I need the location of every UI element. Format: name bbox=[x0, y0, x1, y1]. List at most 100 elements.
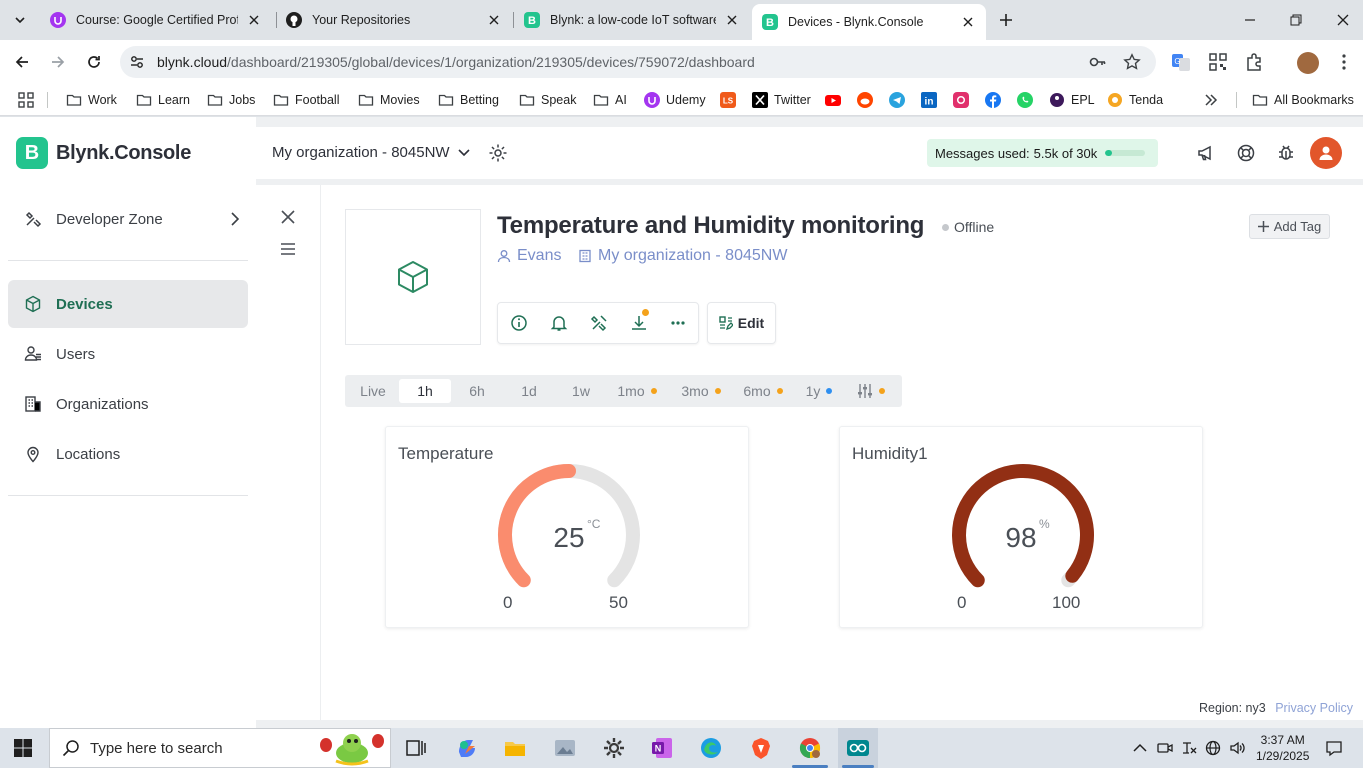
time-range-live[interactable]: Live bbox=[351, 379, 395, 403]
volume-speaker-icon[interactable] bbox=[1229, 740, 1245, 756]
bookmark-folder-jobs[interactable]: Jobs bbox=[207, 91, 255, 109]
bookmark-folder-football[interactable]: Football bbox=[273, 91, 339, 109]
bookmark-folder-work[interactable]: Work bbox=[66, 91, 117, 109]
new-tab-button[interactable] bbox=[996, 10, 1016, 30]
google-translate-icon[interactable]: G bbox=[1171, 52, 1191, 72]
add-tag-button[interactable]: Add Tag bbox=[1249, 214, 1330, 239]
tab-udemy-course[interactable]: Course: Google Certified Profes bbox=[40, 4, 272, 36]
meet-now-icon[interactable] bbox=[1157, 740, 1173, 756]
extensions-puzzle-icon[interactable] bbox=[1245, 52, 1265, 72]
taskbar-clock[interactable]: 3:37 AM 1/29/2025 bbox=[1256, 732, 1309, 764]
tab-github-repositories[interactable]: Your Repositories bbox=[276, 4, 512, 36]
bookmark-folder-speak[interactable]: Speak bbox=[519, 91, 576, 109]
bookmark-facebook[interactable] bbox=[985, 91, 1007, 109]
more-horizontal-icon[interactable] bbox=[668, 313, 688, 333]
input-method-icon[interactable] bbox=[1181, 740, 1197, 756]
bookmark-reddit[interactable] bbox=[857, 91, 879, 109]
sidebar-item-locations[interactable]: Locations bbox=[8, 430, 248, 478]
settings-gear-icon[interactable] bbox=[602, 736, 626, 760]
user-avatar[interactable] bbox=[1310, 137, 1342, 169]
time-range-custom[interactable] bbox=[853, 379, 889, 403]
bookmark-folder-ai[interactable]: AI bbox=[593, 91, 627, 109]
edge-browser-icon[interactable] bbox=[699, 736, 723, 760]
sidebar-item-devices[interactable]: Devices bbox=[8, 280, 248, 328]
bookmark-telegram[interactable] bbox=[889, 91, 911, 109]
time-range-1y[interactable]: 1y bbox=[801, 379, 837, 403]
password-key-icon[interactable] bbox=[1089, 53, 1107, 71]
time-range-1w[interactable]: 1w bbox=[559, 379, 603, 403]
sidebar-item-organizations[interactable]: Organizations bbox=[8, 380, 248, 428]
arduino-ide-icon[interactable] bbox=[846, 736, 870, 760]
task-view-icon[interactable] bbox=[404, 736, 428, 760]
bookmark-whatsapp[interactable] bbox=[1017, 91, 1039, 109]
bookmark-linkedin[interactable]: in bbox=[921, 91, 943, 109]
file-explorer-icon[interactable] bbox=[503, 736, 527, 760]
bookmark-instagram[interactable] bbox=[953, 91, 975, 109]
all-bookmarks-button[interactable]: All Bookmarks bbox=[1252, 91, 1354, 109]
sidebar-item-users[interactable]: Users bbox=[8, 330, 248, 378]
copilot-icon[interactable] bbox=[455, 736, 479, 760]
bookmark-youtube[interactable] bbox=[825, 91, 847, 109]
brave-browser-icon[interactable] bbox=[749, 736, 773, 760]
tab-close-icon[interactable] bbox=[246, 12, 262, 28]
info-icon[interactable] bbox=[509, 313, 529, 333]
qr-code-icon[interactable] bbox=[1208, 52, 1228, 72]
gear-icon[interactable] bbox=[488, 143, 508, 163]
windows-start-icon[interactable] bbox=[14, 739, 32, 757]
organization-selector[interactable]: My organization - 8045NW bbox=[272, 144, 470, 161]
menu-icon[interactable] bbox=[280, 241, 296, 257]
forward-button[interactable] bbox=[46, 50, 70, 74]
sidebar-item-developer-zone[interactable]: Developer Zone bbox=[8, 195, 248, 243]
close-icon[interactable] bbox=[280, 209, 296, 225]
taskbar-search-box[interactable]: Type here to search bbox=[49, 728, 391, 768]
bookmark-epl[interactable]: EPL bbox=[1049, 91, 1095, 109]
tools-icon[interactable] bbox=[589, 313, 609, 333]
tab-blynk-console-active[interactable]: B Devices - Blynk.Console bbox=[752, 4, 986, 40]
minimize-window-button[interactable] bbox=[1240, 10, 1260, 30]
bookmarks-overflow-button[interactable] bbox=[1204, 91, 1218, 109]
temperature-gauge-widget[interactable]: Temperature 25 °C 0 50 bbox=[385, 426, 749, 628]
address-bar[interactable]: blynk.cloud/dashboard/219305/global/devi… bbox=[120, 46, 1156, 78]
restore-window-button[interactable] bbox=[1286, 10, 1306, 30]
bookmark-twitter[interactable]: Twitter bbox=[752, 91, 811, 109]
device-image[interactable] bbox=[345, 209, 481, 345]
bookmark-folder-movies[interactable]: Movies bbox=[358, 91, 420, 109]
brand[interactable]: B Blynk.Console bbox=[16, 137, 191, 169]
time-range-1mo[interactable]: 1mo bbox=[613, 379, 661, 403]
more-vertical-icon[interactable] bbox=[1334, 52, 1354, 72]
download-icon[interactable] bbox=[629, 313, 649, 333]
photos-app-icon[interactable] bbox=[553, 736, 577, 760]
bug-icon[interactable] bbox=[1276, 143, 1296, 163]
device-organization-link[interactable]: My organization - 8045NW bbox=[578, 247, 787, 265]
notifications-icon[interactable] bbox=[1325, 739, 1343, 757]
back-button[interactable] bbox=[10, 50, 34, 74]
device-owner-link[interactable]: Evans bbox=[497, 247, 561, 265]
close-window-button[interactable] bbox=[1333, 10, 1353, 30]
bell-icon[interactable] bbox=[549, 313, 569, 333]
bookmark-star-icon[interactable] bbox=[1123, 53, 1141, 71]
profile-avatar[interactable] bbox=[1297, 52, 1319, 74]
reload-button[interactable] bbox=[82, 50, 106, 74]
tab-blynk-site[interactable]: B Blynk: a low-code IoT software p bbox=[514, 4, 750, 36]
humidity-gauge-widget[interactable]: Humidity1 98 % 0 100 bbox=[839, 426, 1203, 628]
help-lifebuoy-icon[interactable] bbox=[1236, 143, 1256, 163]
apps-grid-icon[interactable] bbox=[18, 92, 34, 108]
megaphone-icon[interactable] bbox=[1196, 143, 1216, 163]
show-hidden-icons-chevron-up-icon[interactable] bbox=[1132, 740, 1148, 756]
network-globe-icon[interactable] bbox=[1205, 740, 1221, 756]
bookmark-udemy[interactable]: Udemy bbox=[644, 91, 706, 109]
privacy-policy-link[interactable]: Privacy Policy bbox=[1275, 701, 1353, 715]
bookmark-folder-betting[interactable]: Betting bbox=[438, 91, 499, 109]
time-range-1h[interactable]: 1h bbox=[399, 379, 451, 403]
bookmark-ls[interactable]: LS bbox=[720, 91, 742, 109]
time-range-6h[interactable]: 6h bbox=[455, 379, 499, 403]
site-info-icon[interactable] bbox=[128, 53, 146, 71]
edit-dashboard-button[interactable]: Edit bbox=[707, 302, 776, 344]
bookmark-tenda[interactable]: Tenda bbox=[1107, 91, 1163, 109]
bookmark-folder-learn[interactable]: Learn bbox=[136, 91, 190, 109]
tab-close-icon[interactable] bbox=[724, 12, 740, 28]
tab-close-icon[interactable] bbox=[960, 14, 976, 30]
tab-close-icon[interactable] bbox=[486, 12, 502, 28]
chrome-browser-icon[interactable] bbox=[798, 736, 822, 760]
tab-search-button[interactable] bbox=[8, 8, 32, 32]
